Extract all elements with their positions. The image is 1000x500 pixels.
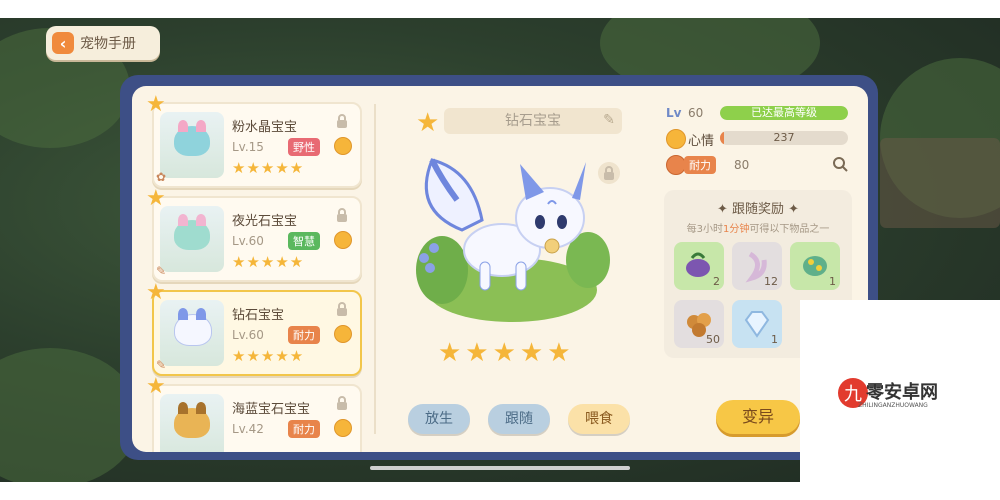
- home-indicator[interactable]: [370, 466, 630, 470]
- reward-description: 每3小时1分钟可得以下物品之一: [686, 224, 830, 235]
- scroll-icon: ✎: [156, 358, 167, 372]
- divider: [374, 104, 376, 434]
- stamina-value: 80: [734, 158, 750, 172]
- diamond-icon[interactable]: 1: [732, 300, 782, 348]
- ribbon-icon[interactable]: 12: [732, 242, 782, 290]
- pet-name-field[interactable]: 钻石宝宝 ✎: [444, 108, 622, 134]
- rarity-stars: ★★★★★: [232, 347, 305, 365]
- pet-card[interactable]: ★ 海蓝宝石宝宝 Lv.42 耐力: [146, 376, 362, 452]
- lock-icon[interactable]: [336, 208, 348, 222]
- mood-icon: [666, 129, 686, 149]
- pet-thumbnail: [160, 112, 224, 178]
- pet-level: Lv.42: [232, 422, 264, 436]
- pet-name: 钻石宝宝: [232, 308, 285, 323]
- pet-list[interactable]: ★ ✿ 粉水晶宝宝 Lv.15 野性 ★★★★★ ★ ✎ 夜光石宝宝 Lv.60…: [142, 86, 374, 452]
- search-icon[interactable]: [832, 156, 848, 172]
- pet-name: 夜光石宝宝: [232, 214, 298, 229]
- pet-level: Lv.60: [232, 234, 264, 248]
- lock-icon[interactable]: [336, 114, 348, 128]
- pet-rarity-stars: ★★★★★: [438, 338, 575, 368]
- mood-value: 237: [773, 131, 795, 144]
- back-arrow-icon: ‹: [52, 32, 74, 54]
- back-button[interactable]: ‹ 宠物手册: [46, 26, 160, 60]
- level-status: 已达最高等级: [751, 106, 817, 119]
- feed-button[interactable]: 喂食: [568, 404, 630, 434]
- pet-card-selected[interactable]: ★ ✎ 钻石宝宝 Lv.60 耐力 ★★★★★: [146, 282, 362, 376]
- smile-icon: [334, 231, 352, 249]
- pet-card[interactable]: ★ ✎ 夜光石宝宝 Lv.60 智慧 ★★★★★: [146, 188, 362, 282]
- pet-thumbnail: [160, 206, 224, 272]
- mood-bar: 237: [720, 131, 848, 145]
- pet-thumbnail: [160, 394, 224, 452]
- smile-icon: [334, 325, 352, 343]
- level-value: 60: [688, 106, 704, 120]
- purple-fruit-icon[interactable]: 2: [674, 242, 724, 290]
- pet-name-label: 钻石宝宝: [505, 113, 561, 129]
- pet-name: 粉水晶宝宝: [232, 120, 298, 135]
- trait-badge: 智慧: [288, 232, 320, 250]
- pet-portrait: [416, 158, 610, 322]
- mutate-button[interactable]: 变异: [716, 400, 800, 434]
- stamina-icon: [666, 155, 686, 175]
- smile-icon: [334, 137, 352, 155]
- pet-level: Lv.60: [232, 328, 264, 342]
- nut-cluster-icon[interactable]: 50: [674, 300, 724, 348]
- trait-badge: 野性: [288, 138, 320, 156]
- level-tag: Lv: [666, 106, 682, 120]
- watermark-text: 零安卓网: [866, 382, 938, 403]
- smile-icon: [334, 419, 352, 437]
- level-bar: 已达最高等级: [720, 106, 848, 120]
- follow-button[interactable]: 跟随: [488, 404, 550, 434]
- pencil-icon[interactable]: ✎: [602, 113, 616, 127]
- trait-badge: 耐力: [288, 420, 320, 438]
- rarity-stars: ★★★★★: [232, 253, 305, 271]
- page-title: 宠物手册: [80, 36, 136, 52]
- pet-thumbnail: [160, 300, 224, 366]
- stamina-tag: 耐力: [684, 156, 716, 174]
- rarity-stars: ★★★★★: [232, 159, 305, 177]
- lock-icon[interactable]: [336, 302, 348, 316]
- paw-icon: ✿: [156, 170, 167, 184]
- mood-label: 心情: [688, 134, 715, 149]
- pet-level: Lv.15: [232, 140, 264, 154]
- scroll-icon: ✎: [156, 264, 167, 278]
- release-button[interactable]: 放生: [408, 404, 470, 434]
- pet-card[interactable]: ★ ✿ 粉水晶宝宝 Lv.15 野性 ★★★★★: [146, 94, 362, 188]
- favorite-star-icon[interactable]: ★: [416, 108, 439, 138]
- pet-name: 海蓝宝石宝宝: [232, 402, 311, 417]
- pet-handbook-panel: ★ ✿ 粉水晶宝宝 Lv.15 野性 ★★★★★ ★ ✎ 夜光石宝宝 Lv.60…: [132, 86, 868, 452]
- green-beetle-icon[interactable]: 1: [790, 242, 840, 290]
- trait-badge: 耐力: [288, 326, 320, 344]
- reward-title: ✦ 跟随奖励 ✦: [716, 202, 800, 217]
- lock-icon[interactable]: [336, 396, 348, 410]
- watermark-subtext: ZHILINGANZHUOWANG: [858, 402, 928, 409]
